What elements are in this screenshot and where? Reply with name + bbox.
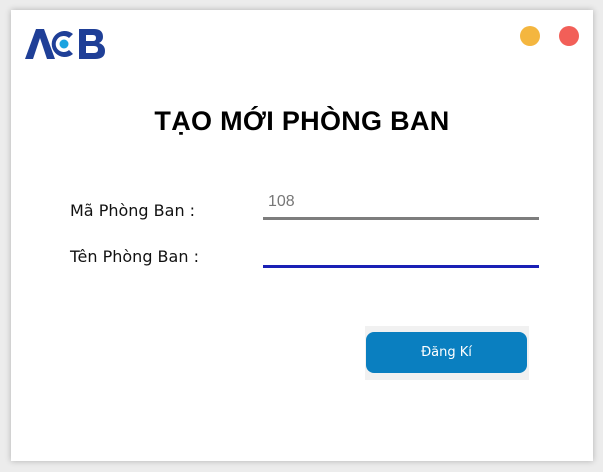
acb-logo: [24, 27, 108, 65]
department-code-field[interactable]: [263, 186, 539, 220]
department-code-label: Mã Phòng Ban :: [70, 201, 196, 220]
close-button[interactable]: [559, 26, 579, 46]
register-button[interactable]: Đăng Kí: [366, 332, 527, 373]
dialog-window: TẠO MỚI PHÒNG BAN Mã Phòng Ban : Tên Phò…: [11, 10, 593, 461]
department-name-field[interactable]: [263, 234, 539, 268]
page-title: TẠO MỚI PHÒNG BAN: [154, 106, 450, 136]
department-name-label: Tên Phòng Ban :: [70, 247, 199, 266]
minimize-button[interactable]: [520, 26, 540, 46]
